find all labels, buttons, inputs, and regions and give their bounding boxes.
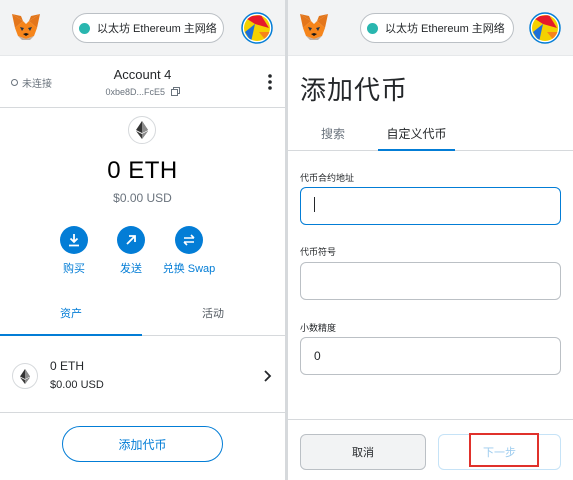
ethereum-icon: [20, 368, 30, 384]
buy-icon-circle[interactable]: [60, 226, 88, 254]
swap-icon-circle[interactable]: [175, 226, 203, 254]
wallet-tabs: 资产 活动: [0, 296, 285, 336]
eth-logo: [128, 116, 156, 144]
arrow-up-right-icon: [126, 235, 136, 245]
chevron-right-icon: [264, 370, 272, 382]
wallet-home-panel: 以太坊 Ethereum 主网络 未连接 Account 4 0xbe8D...…: [0, 0, 285, 480]
balance-amount: 0 ETH: [107, 157, 178, 184]
token-symbol-input[interactable]: [300, 262, 561, 300]
network-selector[interactable]: 以太坊 Ethereum 主网络: [72, 13, 224, 43]
account-avatar[interactable]: [529, 12, 561, 44]
ethereum-icon: [136, 121, 148, 139]
asset-amount: 0 ETH: [50, 359, 85, 373]
tab-custom-token[interactable]: 自定义代币: [378, 120, 455, 151]
token-address-label: 代币合约地址: [300, 173, 355, 183]
account-bar: 未连接 Account 4 0xbe8D...FcE5: [0, 56, 285, 108]
swap-label: 兑换 Swap: [162, 263, 216, 275]
network-selector[interactable]: 以太坊 Ethereum 主网络: [360, 13, 514, 43]
page-footer: 取消 下一步: [288, 419, 573, 480]
metamask-fox-icon[interactable]: [298, 12, 330, 42]
send-button[interactable]: 发送: [101, 226, 161, 276]
send-label: 发送: [120, 263, 142, 275]
asset-list-item[interactable]: 0 ETH $0.00 USD: [0, 345, 285, 413]
header-bar: 以太坊 Ethereum 主网络: [0, 0, 285, 56]
network-label: 以太坊 Ethereum 主网络: [97, 23, 217, 35]
add-token-panel: 以太坊 Ethereum 主网络 添加代币 搜索 自定义代币 代币合约地址 代币…: [288, 0, 573, 480]
asset-usd: $0.00 USD: [50, 379, 104, 391]
token-symbol-label: 代币符号: [300, 247, 337, 257]
token-address-input[interactable]: [300, 187, 561, 225]
buy-button[interactable]: 购买: [44, 226, 104, 276]
page-title: 添加代币: [300, 75, 409, 105]
decimals-label: 小数精度: [300, 323, 337, 333]
text-cursor: [314, 197, 315, 212]
tab-assets[interactable]: 资产: [0, 296, 142, 336]
account-address[interactable]: 0xbe8D...FcE5: [0, 87, 285, 97]
copy-icon[interactable]: [170, 87, 180, 96]
asset-logo: [12, 363, 38, 389]
tab-activity[interactable]: 活动: [142, 296, 284, 336]
header-bar: 以太坊 Ethereum 主网络: [288, 0, 573, 56]
tab-search[interactable]: 搜索: [308, 120, 358, 151]
network-label: 以太坊 Ethereum 主网络: [385, 23, 505, 35]
kebab-menu-icon[interactable]: [264, 73, 276, 91]
download-icon: [69, 234, 79, 247]
send-icon-circle[interactable]: [117, 226, 145, 254]
buy-label: 购买: [63, 263, 85, 275]
decimals-input[interactable]: [300, 337, 561, 375]
swap-button[interactable]: 兑换 Swap: [159, 226, 219, 276]
account-name[interactable]: Account 4: [0, 67, 285, 82]
swap-icon: [183, 234, 195, 246]
next-button[interactable]: 下一步: [438, 434, 561, 470]
add-token-button[interactable]: 添加代币: [62, 426, 223, 462]
metamask-fox-icon[interactable]: [10, 12, 42, 42]
cancel-button[interactable]: 取消: [300, 434, 426, 470]
account-address-text: 0xbe8D...FcE5: [105, 87, 165, 97]
network-status-dot: [79, 22, 90, 34]
add-token-tabs: 搜索 自定义代币: [288, 120, 573, 151]
account-avatar[interactable]: [241, 12, 273, 44]
balance-usd: $0.00 USD: [113, 191, 172, 205]
network-status-dot: [367, 22, 378, 34]
